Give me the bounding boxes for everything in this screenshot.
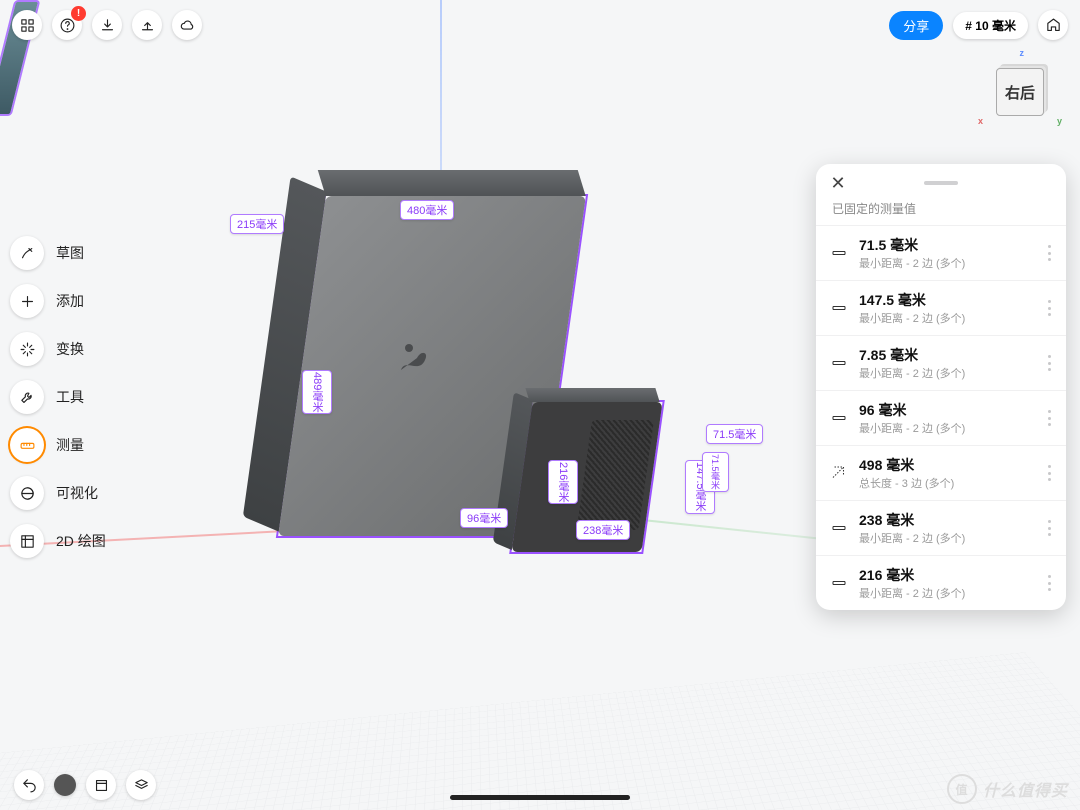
tool-label: 2D 绘图 — [56, 531, 106, 551]
grid-snap-button[interactable]: # 10 毫米 — [953, 12, 1028, 39]
layers-button[interactable] — [126, 770, 156, 800]
undo-button[interactable] — [14, 770, 44, 800]
measure-value: 216 毫米 — [859, 565, 1037, 585]
share-button[interactable]: 分享 — [889, 11, 943, 40]
tool-label: 添加 — [56, 291, 84, 311]
measure-subtitle: 最小距离 - 2 边 (多个) — [859, 585, 1037, 601]
visualize-icon — [10, 476, 44, 510]
measure-type-icon — [830, 299, 848, 317]
row-more-button[interactable] — [1048, 575, 1052, 591]
tool-measure[interactable]: 测量 — [10, 428, 106, 462]
tool-rail: 草图添加变换工具测量可视化 2D 绘图 — [10, 236, 106, 558]
history-button[interactable] — [86, 770, 116, 800]
tool-add[interactable]: 添加 — [10, 284, 106, 318]
measurement-row[interactable]: 71.5 毫米最小距离 - 2 边 (多个) — [816, 225, 1066, 280]
row-more-button[interactable] — [1048, 245, 1052, 261]
measure-subtitle: 最小距离 - 2 边 (多个) — [859, 310, 1037, 326]
measure-value: 147.5 毫米 — [859, 290, 1037, 310]
dim-tower-height: 489毫米 — [302, 370, 332, 414]
dim-tower-width: 480毫米 — [400, 200, 454, 220]
dim-phone-width: 71.5毫米 — [706, 424, 763, 444]
tool-drawing[interactable]: 2D 绘图 — [10, 524, 106, 558]
measure-type-icon — [830, 354, 848, 372]
measurement-row[interactable]: 216 毫米最小距离 - 2 边 (多个) — [816, 555, 1066, 610]
tool-label: 工具 — [56, 387, 84, 407]
home-view-button[interactable] — [1038, 10, 1068, 40]
tool-label: 可视化 — [56, 483, 98, 503]
home-indicator — [450, 795, 630, 800]
alert-badge: ! — [71, 6, 86, 21]
row-more-button[interactable] — [1048, 520, 1052, 536]
axis-z-label: z — [1020, 48, 1025, 58]
dim-cube-height: 216毫米 — [548, 460, 578, 504]
measure-type-icon — [830, 464, 848, 482]
measure-value: 7.85 毫米 — [859, 345, 1037, 365]
measure-type-icon — [830, 409, 848, 427]
measure-subtitle: 最小距离 - 2 边 (多个) — [859, 255, 1037, 271]
import-button[interactable] — [92, 10, 122, 40]
view-cube-face[interactable]: 右后 — [996, 68, 1044, 116]
measurement-row[interactable]: 498 毫米总长度 - 3 边 (多个) — [816, 445, 1066, 500]
row-more-button[interactable] — [1048, 355, 1052, 371]
measure-type-icon — [830, 519, 848, 537]
export-button[interactable] — [132, 10, 162, 40]
tool-label: 草图 — [56, 243, 84, 263]
watermark: 值什么值得买 — [947, 774, 1068, 804]
tool-label: 测量 — [56, 435, 84, 455]
sketch-icon — [10, 236, 44, 270]
dim-tower-depth: 215毫米 — [230, 214, 284, 234]
measure-subtitle: 最小距离 - 2 边 (多个) — [859, 530, 1037, 546]
tool-visualize[interactable]: 可视化 — [10, 476, 106, 510]
measure-value: 498 毫米 — [859, 455, 1037, 475]
measurement-panel[interactable]: ✕ 已固定的测量值 71.5 毫米最小距离 - 2 边 (多个)147.5 毫米… — [816, 164, 1066, 610]
view-cube[interactable]: 右后 z x y — [988, 60, 1052, 124]
measure-subtitle: 最小距离 - 2 边 (多个) — [859, 420, 1037, 436]
inwin-logo-icon — [395, 340, 435, 380]
dim-gap-96: 96毫米 — [460, 508, 508, 528]
panel-drag-handle[interactable] — [924, 181, 958, 185]
measure-icon — [10, 428, 44, 462]
axis-x-label: x — [978, 116, 983, 126]
apps-button[interactable] — [12, 10, 42, 40]
undo-small-button[interactable] — [54, 774, 76, 796]
measurement-row[interactable]: 96 毫米最小距离 - 2 边 (多个) — [816, 390, 1066, 445]
add-icon — [10, 284, 44, 318]
tool-transform[interactable]: 变换 — [10, 332, 106, 366]
row-more-button[interactable] — [1048, 410, 1052, 426]
tool-sketch[interactable]: 草图 — [10, 236, 106, 270]
tool-icon — [10, 380, 44, 414]
measure-type-icon — [830, 574, 848, 592]
bottom-toolbar — [0, 760, 1080, 810]
axis-y-label: y — [1057, 116, 1062, 126]
measurement-row[interactable]: 147.5 毫米最小距离 - 2 边 (多个) — [816, 280, 1066, 335]
tool-tool[interactable]: 工具 — [10, 380, 106, 414]
measure-value: 71.5 毫米 — [859, 235, 1037, 255]
help-button[interactable]: ! — [52, 10, 82, 40]
measure-subtitle: 总长度 - 3 边 (多个) — [859, 475, 1037, 491]
measure-subtitle: 最小距离 - 2 边 (多个) — [859, 365, 1037, 381]
measurement-row[interactable]: 7.85 毫米最小距离 - 2 边 (多个) — [816, 335, 1066, 390]
dim-phone-thick: 71.5毫米 — [702, 452, 729, 492]
top-toolbar: ! 分享 # 10 毫米 — [0, 0, 1080, 50]
measure-type-icon — [830, 244, 848, 262]
panel-close-button[interactable]: ✕ — [828, 174, 848, 192]
panel-title: 已固定的测量值 — [816, 198, 1066, 225]
measurement-row[interactable]: 238 毫米最小距离 - 2 边 (多个) — [816, 500, 1066, 555]
dim-cube-width: 238毫米 — [576, 520, 630, 540]
row-more-button[interactable] — [1048, 300, 1052, 316]
drawing-icon — [10, 524, 44, 558]
row-more-button[interactable] — [1048, 465, 1052, 481]
measure-value: 238 毫米 — [859, 510, 1037, 530]
measure-value: 96 毫米 — [859, 400, 1037, 420]
tool-label: 变换 — [56, 339, 84, 359]
cloud-button[interactable] — [172, 10, 202, 40]
transform-icon — [10, 332, 44, 366]
